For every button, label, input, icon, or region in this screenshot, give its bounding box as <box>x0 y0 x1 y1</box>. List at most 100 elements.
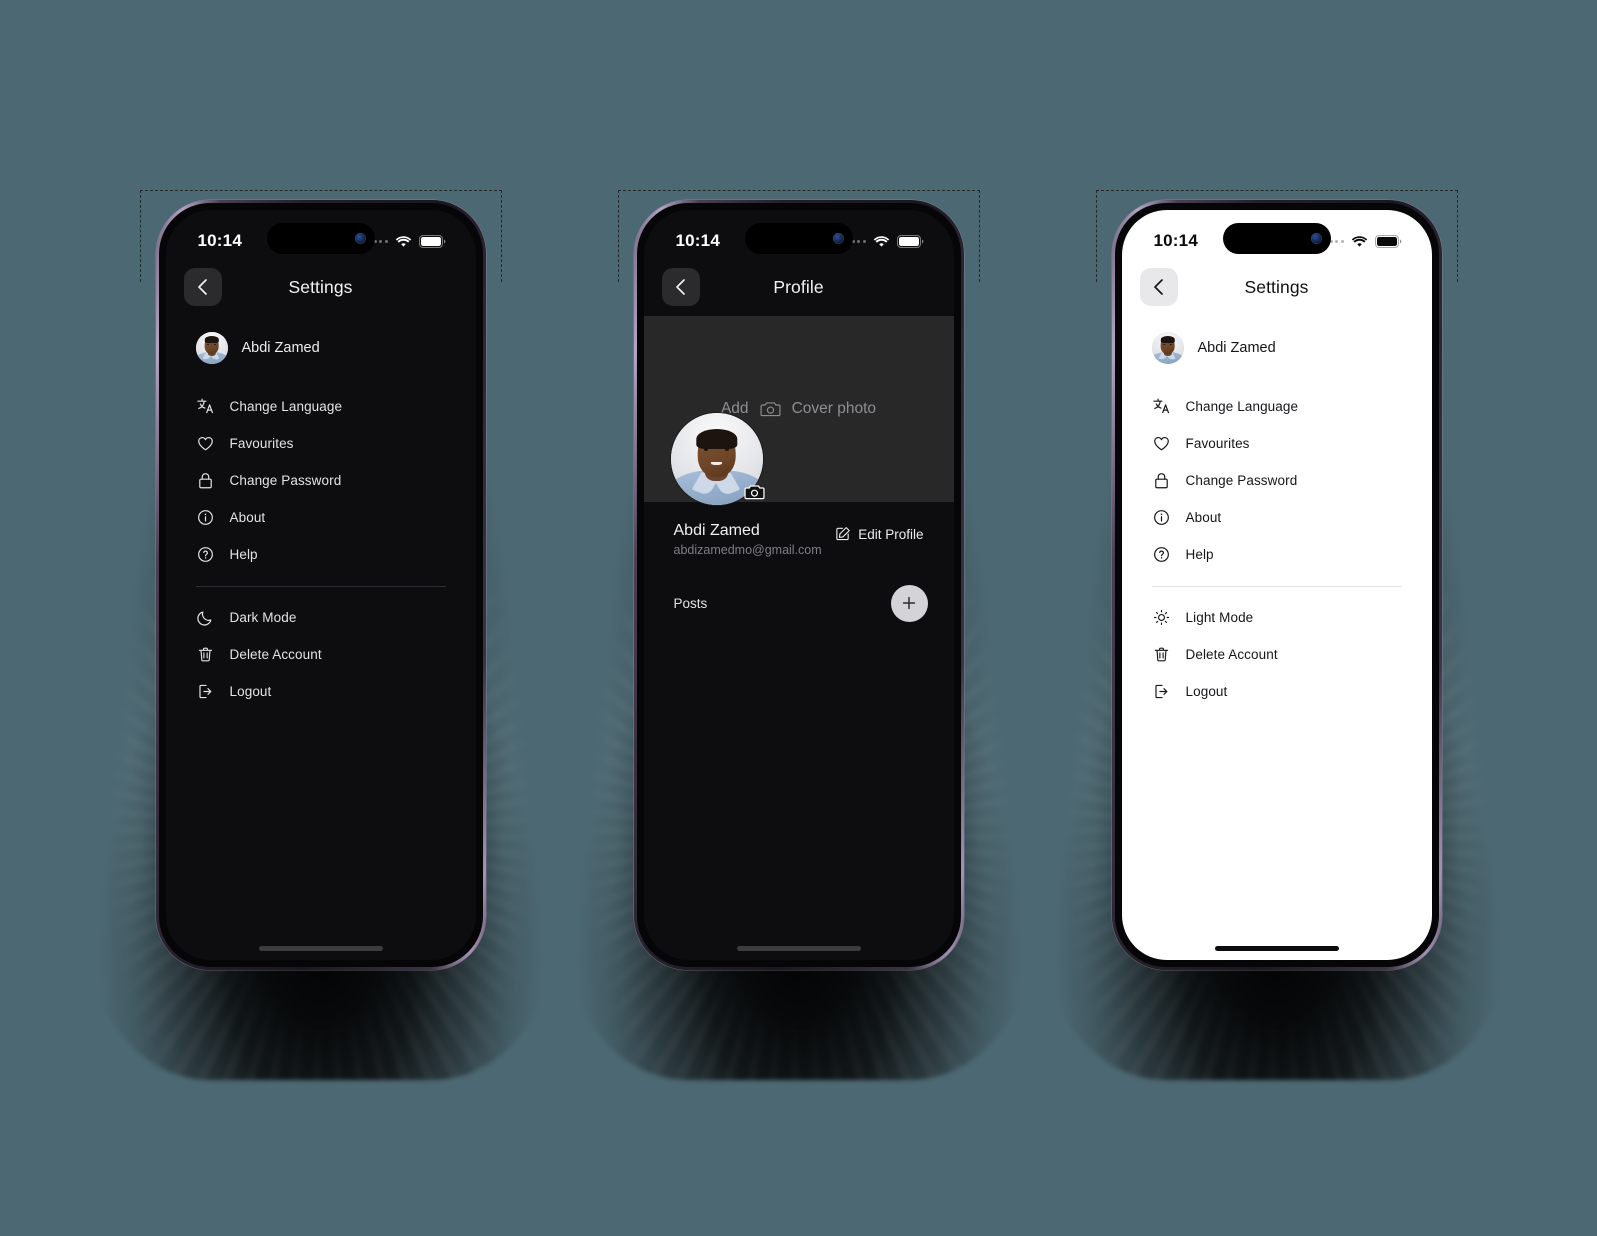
battery-full-icon <box>418 234 445 248</box>
user-profile-row[interactable]: Abdi Zamed <box>166 316 476 378</box>
dynamic-island <box>1222 223 1331 254</box>
settings-item-change-password[interactable]: Change Password <box>196 462 446 499</box>
wifi-icon <box>395 235 411 247</box>
settings-item-label: Dark Mode <box>229 610 297 625</box>
heart-icon <box>196 434 216 454</box>
add-post-button[interactable] <box>890 584 928 622</box>
settings-item-label: Logout <box>1185 684 1228 699</box>
phone-bezel: 10:14 <box>158 203 483 967</box>
back-button[interactable] <box>1139 268 1178 306</box>
avatar <box>1151 332 1184 364</box>
settings-item-label: Light Mode <box>1185 610 1254 625</box>
info-circle-icon <box>1152 508 1172 528</box>
settings-item-label: Help <box>1185 547 1214 562</box>
status-clock: 10:14 <box>675 231 720 250</box>
settings-item-about[interactable]: About <box>1152 499 1402 536</box>
settings-item-favourites[interactable]: Favourites <box>1152 425 1402 462</box>
status-clock: 10:14 <box>197 231 242 250</box>
cover-cta-suffix: Cover photo <box>791 400 877 417</box>
profile-body: Abdi Zamed abdizamedmo@gmail.com Edit Pr… <box>644 412 954 625</box>
chevron-left-icon <box>1154 279 1163 295</box>
settings-item-label: Change Language <box>1185 399 1299 414</box>
logout-icon <box>1152 682 1172 702</box>
wifi-icon <box>1351 235 1367 247</box>
settings-item-change-language[interactable]: Change Language <box>1152 388 1402 425</box>
chevron-left-icon <box>198 279 207 295</box>
heart-icon <box>1152 434 1172 454</box>
pencil-square-icon <box>836 527 850 541</box>
phone-frame: 10:14 <box>155 200 486 970</box>
edit-profile-label: Edit Profile <box>858 526 924 542</box>
profile-avatar-wrap[interactable] <box>669 412 766 506</box>
camera-icon <box>744 485 765 500</box>
settings-item-logout[interactable]: Logout <box>196 673 446 710</box>
settings-item-label: Favourites <box>229 436 294 451</box>
edit-profile-button[interactable]: Edit Profile <box>835 522 924 542</box>
settings-item-favourites[interactable]: Favourites <box>196 425 446 462</box>
user-avatar <box>1151 332 1184 364</box>
phone-mockup-stage: 10:14 Settings Abdi Zamed Change Languag… <box>0 0 1597 1236</box>
settings-item-change-password[interactable]: Change Password <box>1152 462 1402 499</box>
screen: 10:14 <box>643 210 954 960</box>
settings-item-change-language[interactable]: Change Language <box>196 388 446 425</box>
status-clock: 10:14 <box>1153 231 1198 250</box>
settings-item-label: Change Language <box>229 399 343 414</box>
settings-item-delete-account[interactable]: Delete Account <box>196 636 446 673</box>
user-profile-row[interactable]: Abdi Zamed <box>1122 316 1432 378</box>
phone-frame: 10:14 <box>1111 200 1442 970</box>
settings-item-light-mode[interactable]: Light Mode <box>1152 599 1402 636</box>
navigation-header: Settings <box>1122 258 1432 316</box>
status-indicators <box>846 234 924 248</box>
profile-identity: Abdi Zamed abdizamedmo@gmail.com <box>674 522 822 557</box>
list-divider <box>195 586 446 587</box>
settings-item-label: Change Password <box>1185 473 1298 488</box>
settings-item-label: Logout <box>229 684 272 699</box>
settings-item-dark-mode[interactable]: Dark Mode <box>196 599 446 636</box>
trash-icon <box>196 645 216 665</box>
settings-item-label: Help <box>229 547 258 562</box>
question-circle-icon <box>1152 545 1172 565</box>
moon-icon <box>196 608 216 628</box>
phone-bezel: 10:14 <box>1114 203 1439 967</box>
change-avatar-button[interactable] <box>744 482 766 502</box>
user-avatar <box>195 332 228 364</box>
translate-icon <box>196 397 216 417</box>
settings-item-label: Favourites <box>1185 436 1250 451</box>
front-camera-lens <box>1310 233 1322 244</box>
lock-icon <box>196 471 216 491</box>
back-button[interactable] <box>183 268 222 306</box>
phone-bezel: 10:14 <box>636 203 961 967</box>
profile-name: Abdi Zamed <box>673 522 760 539</box>
profile-name-row: Abdi Zamed abdizamedmo@gmail.com Edit Pr… <box>674 502 924 557</box>
screen: 10:14 <box>165 210 476 960</box>
settings-item-delete-account[interactable]: Delete Account <box>1152 636 1402 673</box>
settings-item-label: About <box>229 510 266 525</box>
settings-item-logout[interactable]: Logout <box>1152 673 1402 710</box>
plus-icon <box>902 596 916 610</box>
settings-item-help[interactable]: Help <box>1152 536 1402 573</box>
settings-item-help[interactable]: Help <box>196 536 446 573</box>
home-indicator[interactable] <box>1214 946 1339 951</box>
settings-item-label: Delete Account <box>1185 647 1278 662</box>
back-button[interactable] <box>661 268 700 306</box>
list-divider <box>1151 586 1402 587</box>
settings-item-label: Change Password <box>229 473 342 488</box>
battery-full-icon <box>1374 234 1401 248</box>
posts-label: Posts <box>673 595 708 611</box>
wifi-icon <box>873 235 889 247</box>
logout-icon <box>196 682 216 702</box>
settings-item-about[interactable]: About <box>196 499 446 536</box>
translate-icon <box>1152 397 1172 417</box>
front-camera-lens <box>832 233 844 244</box>
home-indicator[interactable] <box>736 946 861 951</box>
posts-row: Posts <box>673 581 928 625</box>
trash-icon <box>1152 645 1172 665</box>
home-indicator[interactable] <box>258 946 383 951</box>
dynamic-island <box>266 223 375 254</box>
phone-frame: 10:14 <box>633 200 964 970</box>
settings-list: Change Language Favourites Change Passwo… <box>166 378 476 710</box>
sun-icon <box>1152 608 1172 628</box>
info-circle-icon <box>196 508 216 528</box>
profile-email: abdizamedmo@gmail.com <box>673 543 822 557</box>
phone-settings-dark: 10:14 Settings Abdi Zamed Change Languag… <box>89 188 552 1080</box>
